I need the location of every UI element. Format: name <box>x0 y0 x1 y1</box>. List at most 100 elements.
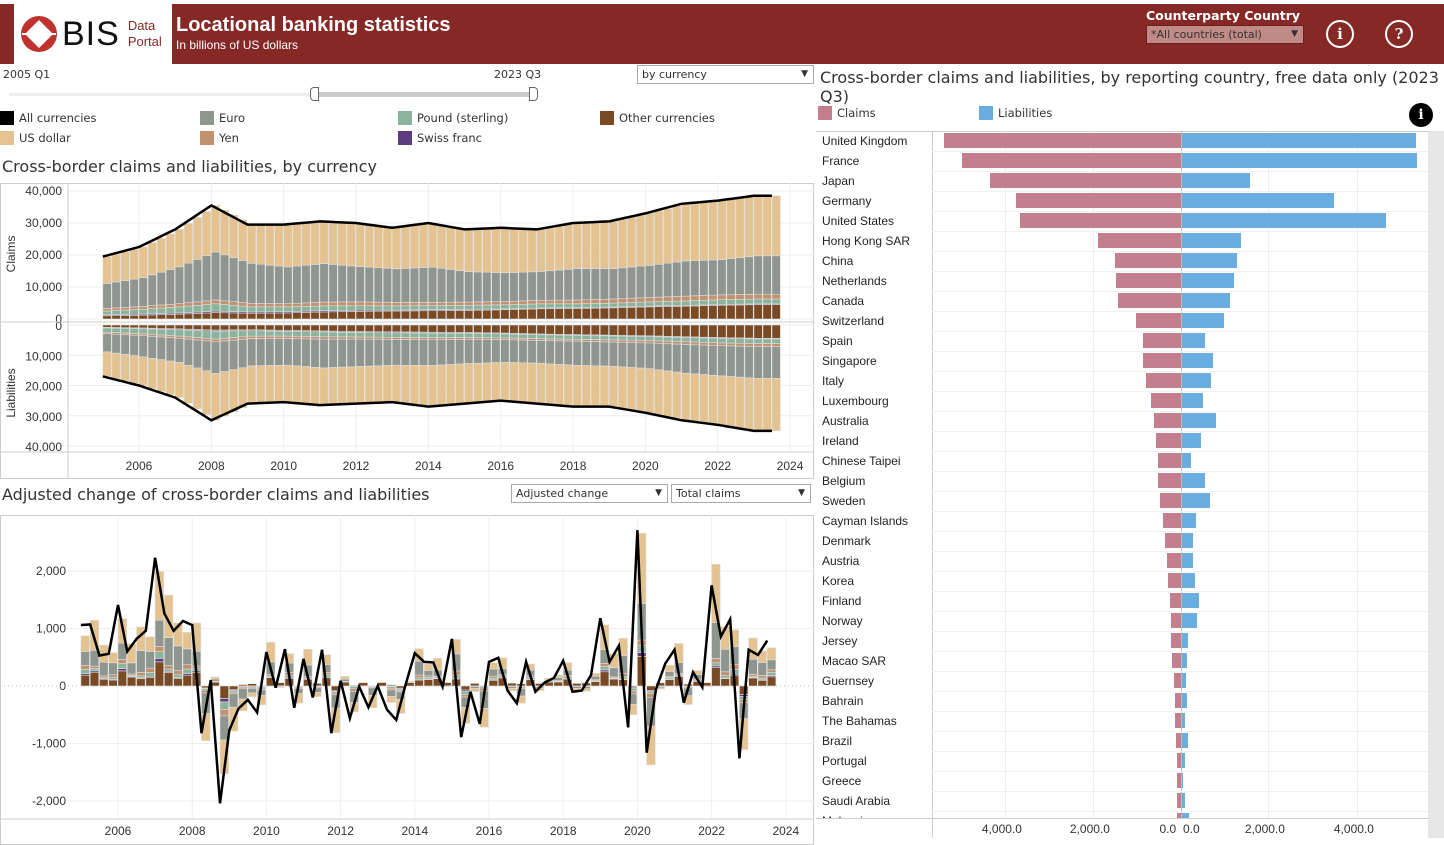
claims-bar[interactable] <box>1158 453 1181 468</box>
liabilities-bar[interactable] <box>1182 473 1205 488</box>
claims-bar[interactable] <box>1098 233 1181 248</box>
slider-handle-end[interactable] <box>529 87 538 101</box>
legend-liabilities[interactable]: Liabilities <box>979 106 1052 120</box>
liabilities-bar[interactable] <box>1182 713 1185 728</box>
country-label[interactable]: Portugal <box>822 751 867 771</box>
country-label[interactable]: Chinese Taipei <box>822 451 901 471</box>
country-label[interactable]: The Bahamas <box>822 711 897 731</box>
liabilities-bar[interactable] <box>1182 593 1199 608</box>
country-label[interactable]: Ireland <box>822 431 859 451</box>
claims-bar[interactable] <box>1172 653 1181 668</box>
liabilities-bar[interactable] <box>1182 653 1187 668</box>
liabilities-bar[interactable] <box>1182 433 1201 448</box>
legend-all[interactable]: All currencies <box>0 111 96 125</box>
liabilities-bar[interactable] <box>1182 333 1205 348</box>
liabilities-bar[interactable] <box>1182 693 1187 708</box>
liabilities-bar[interactable] <box>1182 153 1417 168</box>
claims-bar[interactable] <box>1165 533 1181 548</box>
country-label[interactable]: Greece <box>822 771 861 791</box>
country-label[interactable]: Italy <box>822 371 844 391</box>
claims-bar[interactable] <box>1020 213 1181 228</box>
country-label[interactable]: France <box>822 151 859 171</box>
claims-bar[interactable] <box>1158 473 1181 488</box>
liabilities-bar[interactable] <box>1182 533 1193 548</box>
liabilities-bar[interactable] <box>1182 573 1195 588</box>
country-label[interactable]: Denmark <box>822 531 871 551</box>
country-label[interactable]: Germany <box>822 191 871 211</box>
slider-handle-start[interactable] <box>310 87 319 101</box>
liabilities-bar[interactable] <box>1182 313 1224 328</box>
country-label[interactable]: Austria <box>822 551 859 571</box>
liabilities-bar[interactable] <box>1182 193 1334 208</box>
claims-bar[interactable] <box>1143 333 1181 348</box>
claims-bar[interactable] <box>1163 513 1181 528</box>
claims-bar[interactable] <box>1177 773 1181 788</box>
info-icon[interactable]: i <box>1409 103 1433 127</box>
breakdown-select[interactable]: by currency▼ <box>637 65 814 84</box>
claims-bar[interactable] <box>1167 553 1181 568</box>
country-label[interactable]: Saudi Arabia <box>822 791 890 811</box>
liabilities-bar[interactable] <box>1182 613 1197 628</box>
country-label[interactable]: Cayman Islands <box>822 511 908 531</box>
liabilities-bar[interactable] <box>1182 633 1188 648</box>
country-label[interactable]: United States <box>822 211 894 231</box>
country-label[interactable]: Belgium <box>822 471 865 491</box>
claims-bar[interactable] <box>1156 433 1181 448</box>
liabilities-bar[interactable] <box>1182 493 1210 508</box>
liabilities-bar[interactable] <box>1182 293 1230 308</box>
country-label[interactable]: Hong Kong SAR <box>822 231 910 251</box>
liabilities-bar[interactable] <box>1182 753 1185 768</box>
claims-bar[interactable] <box>1177 753 1181 768</box>
info-icon[interactable]: i <box>1326 20 1354 48</box>
liabilities-bar[interactable] <box>1182 133 1416 148</box>
liabilities-bar[interactable] <box>1182 173 1250 188</box>
claims-bar[interactable] <box>1118 293 1181 308</box>
country-label[interactable]: United Kingdom <box>822 131 907 151</box>
liabilities-bar[interactable] <box>1182 813 1189 818</box>
claims-bar[interactable] <box>1171 633 1181 648</box>
claims-bar[interactable] <box>1151 393 1181 408</box>
claims-bar[interactable] <box>1160 493 1181 508</box>
legend-other[interactable]: Other currencies <box>600 111 715 125</box>
claims-bar[interactable] <box>1136 313 1181 328</box>
country-label[interactable]: Netherlands <box>822 271 887 291</box>
claims-bar[interactable] <box>1154 413 1181 428</box>
slider-range[interactable] <box>314 92 534 97</box>
liabilities-bar[interactable] <box>1182 213 1386 228</box>
country-label[interactable]: Sweden <box>822 491 865 511</box>
country-label[interactable]: Australia <box>822 411 869 431</box>
claims-bar[interactable] <box>990 173 1181 188</box>
liabilities-bar[interactable] <box>1182 253 1237 268</box>
country-label[interactable]: Norway <box>822 611 863 631</box>
liabilities-bar[interactable] <box>1182 393 1203 408</box>
liabilities-bar[interactable] <box>1182 513 1196 528</box>
country-label[interactable]: Korea <box>822 571 854 591</box>
help-icon[interactable]: ? <box>1385 20 1413 48</box>
country-label[interactable]: Switzerland <box>822 311 884 331</box>
country-label[interactable]: Brazil <box>822 731 852 751</box>
claims-bar[interactable] <box>1175 693 1181 708</box>
liabilities-bar[interactable] <box>1182 673 1186 688</box>
country-label[interactable]: Spain <box>822 331 853 351</box>
liabilities-bar[interactable] <box>1182 553 1193 568</box>
claims-bar[interactable] <box>1116 273 1181 288</box>
claims-bar[interactable] <box>1143 353 1181 368</box>
country-label[interactable]: Guernsey <box>822 671 874 691</box>
liabilities-bar[interactable] <box>1182 773 1183 788</box>
claims-bar[interactable] <box>1175 713 1181 728</box>
liabilities-bar[interactable] <box>1182 273 1234 288</box>
liabilities-bar[interactable] <box>1182 353 1213 368</box>
bis-logo[interactable]: BIS DataPortal <box>14 4 172 64</box>
claims-bar[interactable] <box>1176 733 1181 748</box>
claims-bar[interactable] <box>1115 253 1181 268</box>
legend-claims[interactable]: Claims <box>818 106 876 120</box>
country-label[interactable]: Jersey <box>822 631 857 651</box>
country-label[interactable]: Luxembourg <box>822 391 889 411</box>
country-label[interactable]: Malaysia <box>822 811 869 818</box>
legend-euro[interactable]: Euro <box>200 111 245 125</box>
claims-bar[interactable] <box>1168 573 1181 588</box>
claims-bar[interactable] <box>1177 793 1181 808</box>
liabilities-bar[interactable] <box>1182 233 1241 248</box>
country-label[interactable]: Bahrain <box>822 691 863 711</box>
claims-bar[interactable] <box>944 133 1181 148</box>
